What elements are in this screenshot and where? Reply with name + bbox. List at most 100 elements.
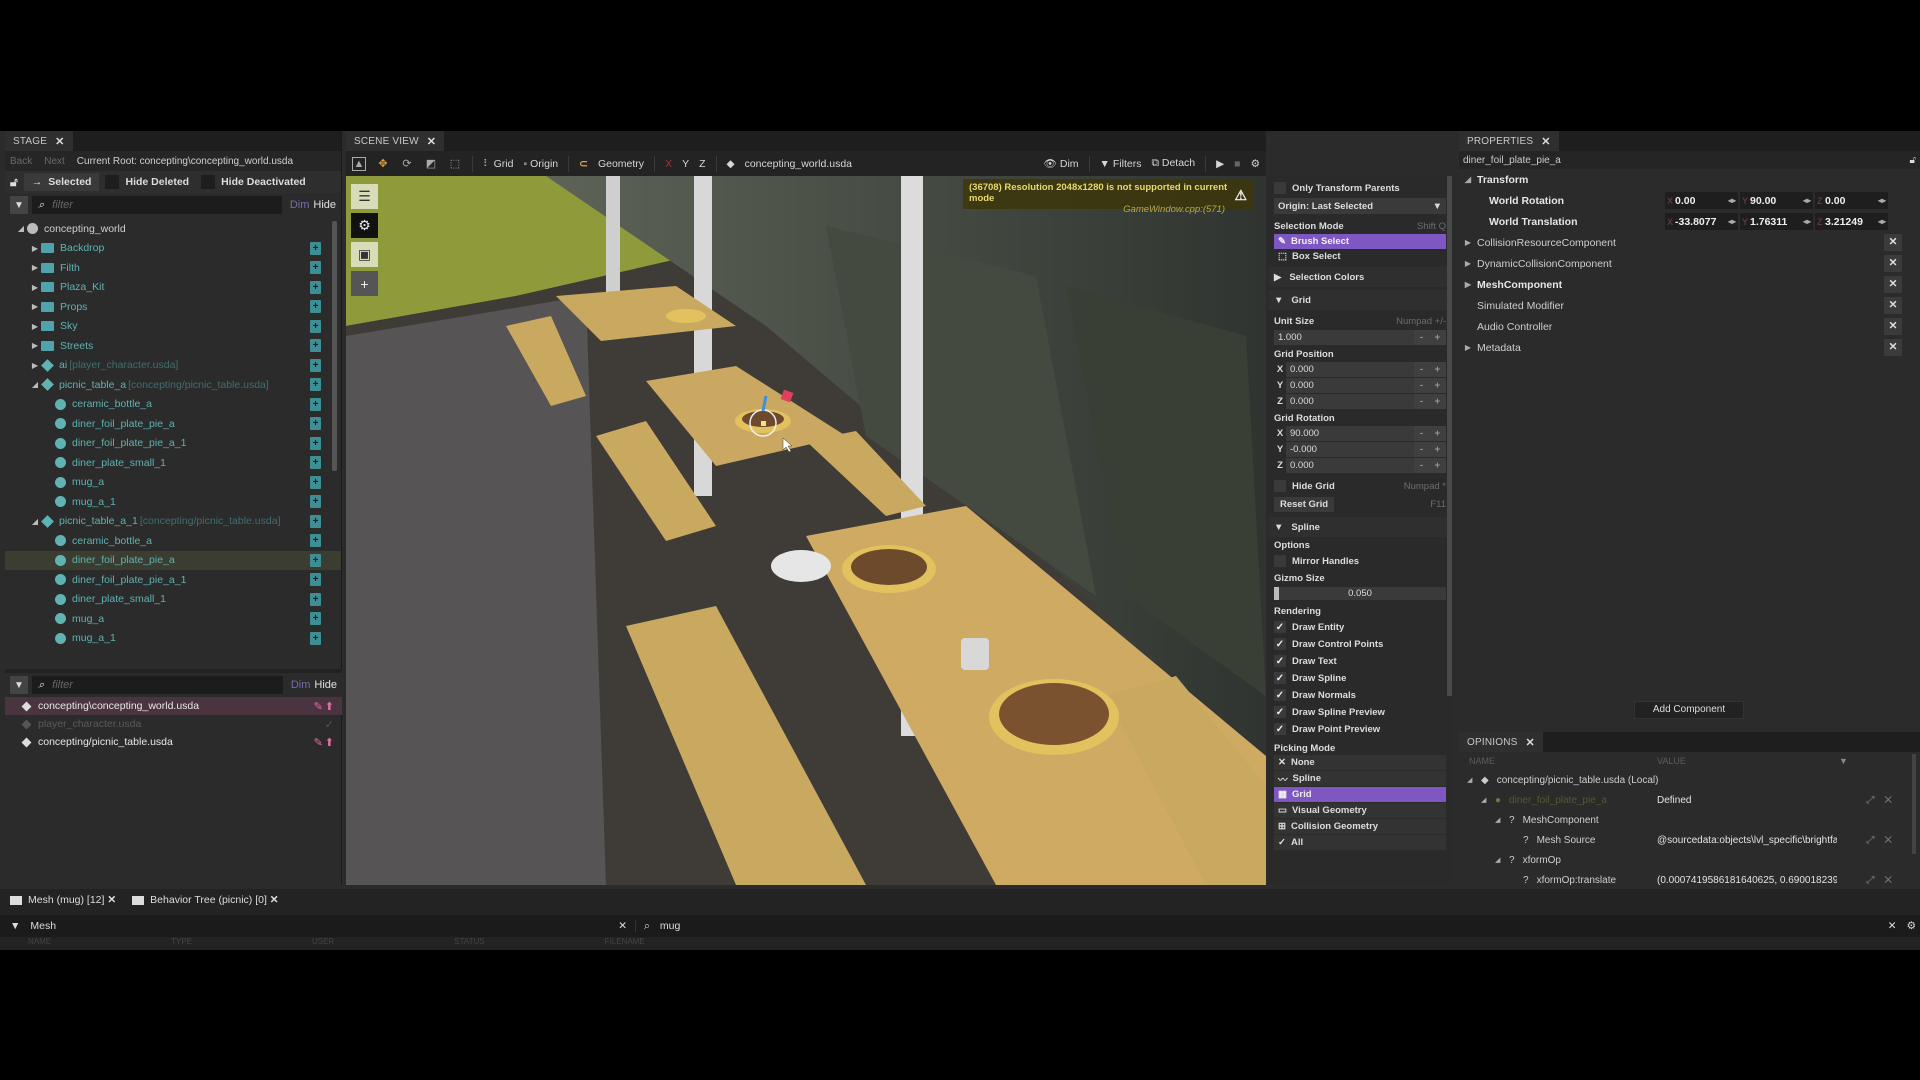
hide-toggle[interactable]: Hide: [313, 199, 336, 211]
drag-arrows-icon[interactable]: ◂▸: [1728, 217, 1738, 226]
drag-arrows-icon[interactable]: ◂▸: [1803, 217, 1813, 226]
tree-item[interactable]: ▶ Plaza_Kit +: [5, 278, 341, 298]
chevron-right-icon[interactable]: ▶: [1459, 238, 1477, 247]
add-entity-icon[interactable]: +: [310, 417, 321, 431]
stage-filter-input[interactable]: ⌕ filter: [32, 196, 282, 214]
hide-deleted-checkbox[interactable]: [105, 175, 120, 189]
drag-arrows-icon[interactable]: ◂▸: [1728, 196, 1738, 205]
edit-upload-icons[interactable]: ✎⬆: [314, 700, 336, 713]
bounds-tool-icon[interactable]: ⬚: [448, 157, 462, 171]
add-entity-icon[interactable]: +: [310, 241, 321, 255]
add-entity-icon[interactable]: +: [310, 475, 321, 489]
camera-settings-icon[interactable]: ▣: [351, 242, 378, 267]
check-icon[interactable]: ✓: [1274, 672, 1286, 684]
layers-filter-input[interactable]: ⌕ filter: [32, 676, 283, 694]
tree-item[interactable]: ceramic_bottle_a +: [5, 395, 341, 415]
layer-item[interactable]: player_character.usda ✓: [5, 715, 342, 733]
tree-item[interactable]: mug_a_1 +: [5, 492, 341, 512]
rotate-tool-icon[interactable]: ⟳: [400, 157, 414, 171]
tree-item[interactable]: ◢ concepting_world: [5, 219, 341, 239]
tree-item[interactable]: diner_foil_plate_pie_a_1 +: [5, 434, 341, 454]
grid-position-x[interactable]: X 0.000- +: [1274, 362, 1446, 377]
rotation-x-field[interactable]: X 0.00 ◂▸: [1665, 192, 1738, 209]
dim-button[interactable]: 👁︎ Dim: [1044, 157, 1079, 170]
check-icon[interactable]: ✓: [1274, 621, 1286, 633]
check-icon[interactable]: ✓: [325, 718, 336, 731]
add-entity-icon[interactable]: +: [310, 358, 321, 372]
column-name[interactable]: NAME: [1469, 756, 1495, 766]
remove-component-icon[interactable]: ✕: [1884, 297, 1902, 314]
add-entity-icon[interactable]: +: [310, 514, 321, 528]
tree-item[interactable]: ▶ Backdrop +: [5, 239, 341, 259]
move-tool-icon[interactable]: ✥: [376, 157, 390, 171]
add-entity-icon[interactable]: +: [310, 573, 321, 587]
remove-component-icon[interactable]: ✕: [1884, 318, 1902, 335]
picking-option[interactable]: ▭ Visual Geometry: [1274, 803, 1446, 818]
unit-size-field[interactable]: 1.000 - +: [1274, 330, 1446, 345]
tree-item[interactable]: diner_foil_plate_pie_a +: [5, 414, 341, 434]
check-icon[interactable]: ✓: [1274, 723, 1286, 735]
gear-icon[interactable]: ⚙: [1907, 920, 1920, 932]
column-header[interactable]: FILENAME: [605, 937, 645, 947]
stop-icon[interactable]: ■: [1234, 158, 1240, 170]
chevron-right-icon[interactable]: ▶: [29, 361, 41, 370]
check-icon[interactable]: ✓: [1274, 655, 1286, 667]
play-icon[interactable]: ▶: [1216, 158, 1224, 170]
add-entity-icon[interactable]: +: [310, 436, 321, 450]
close-icon[interactable]: ✕: [1526, 736, 1535, 749]
hide-grid-checkbox[interactable]: [1274, 480, 1286, 492]
tree-item[interactable]: ◢ picnic_table_a_1 [concepting/picnic_tabl…: [5, 512, 341, 532]
drag-arrows-icon[interactable]: ◂▸: [1878, 196, 1888, 205]
check-icon[interactable]: ✓: [1274, 689, 1286, 701]
lock-icon[interactable]: 🔓︎: [1910, 155, 1916, 166]
origin-toggle[interactable]: ▪ Origin: [523, 158, 558, 170]
column-header[interactable]: TYPE: [171, 937, 192, 947]
check-icon[interactable]: ✓: [1274, 706, 1286, 718]
picking-option[interactable]: ✓ All: [1274, 835, 1446, 850]
chevron-right-icon[interactable]: ▶: [29, 283, 41, 292]
chevron-down-icon[interactable]: ◢: [1467, 776, 1481, 784]
tree-item[interactable]: diner_plate_small_1 +: [5, 453, 341, 473]
add-component-button[interactable]: Add Component: [1634, 701, 1744, 719]
next-button[interactable]: Next: [44, 156, 65, 167]
dim-toggle[interactable]: Dim: [291, 679, 311, 691]
tree-item[interactable]: ▶ Streets +: [5, 336, 341, 356]
tree-item[interactable]: ▶ Props +: [5, 297, 341, 317]
add-icon[interactable]: +: [351, 271, 378, 296]
component-row[interactable]: ▶ MeshComponent ✕: [1459, 274, 1920, 295]
opinion-row[interactable]: ? Mesh Source @sourcedata:objects\lvl_spec…: [1459, 830, 1920, 850]
tree-item[interactable]: ceramic_bottle_a +: [5, 531, 341, 551]
opinion-row[interactable]: ◢ ◆ concepting/picnic_table.usda (Local): [1459, 770, 1920, 790]
check-icon[interactable]: ✓: [1274, 638, 1286, 650]
picking-option[interactable]: ⊞ Collision Geometry: [1274, 819, 1446, 834]
expand-remove-icons[interactable]: ⤢✕: [1866, 835, 1902, 846]
picking-option[interactable]: 〰 Spline: [1274, 771, 1446, 786]
close-icon[interactable]: ✕: [104, 894, 116, 906]
tree-item[interactable]: diner_foil_plate_pie_a +: [5, 550, 341, 570]
hide-toggle[interactable]: Hide: [314, 679, 337, 691]
3d-viewport[interactable]: ☰ ⚙ ▣ + (36708) Resolution 2048x1280 is …: [346, 176, 1266, 885]
axis-y-toggle[interactable]: Y: [682, 158, 689, 170]
tree-item[interactable]: ◢ picnic_table_a [concepting/picnic_table.…: [5, 375, 341, 395]
filter-icon[interactable]: ▼: [1839, 756, 1848, 766]
transform-header[interactable]: ◢ Transform: [1459, 169, 1920, 190]
hide-deactivated-checkbox[interactable]: [201, 175, 216, 189]
chevron-down-icon[interactable]: ◢: [1481, 796, 1495, 804]
add-entity-icon[interactable]: +: [310, 495, 321, 509]
add-entity-icon[interactable]: +: [310, 553, 321, 567]
type-filter-input[interactable]: Mesh: [30, 920, 608, 932]
gizmo-size-slider[interactable]: 0.050: [1274, 587, 1446, 600]
chevron-down-icon[interactable]: ◢: [29, 380, 41, 389]
back-button[interactable]: Back: [10, 156, 32, 167]
close-icon[interactable]: ✕: [1541, 135, 1550, 148]
chevron-right-icon[interactable]: ▶: [29, 244, 41, 253]
stepper[interactable]: - +: [1414, 394, 1446, 409]
column-header[interactable]: STATUS: [454, 937, 484, 947]
drag-arrows-icon[interactable]: ◂▸: [1803, 196, 1813, 205]
column-header[interactable]: NAME: [28, 937, 51, 947]
translation-z-field[interactable]: Z 3.21249 ◂▸: [1815, 213, 1888, 230]
add-entity-icon[interactable]: +: [310, 280, 321, 294]
asset-tab[interactable]: Mesh (mug) [12] ✕: [10, 894, 116, 906]
layer-item[interactable]: concepting/picnic_table.usda ✎⬆: [5, 733, 342, 751]
mirror-handles-checkbox[interactable]: [1274, 555, 1286, 567]
